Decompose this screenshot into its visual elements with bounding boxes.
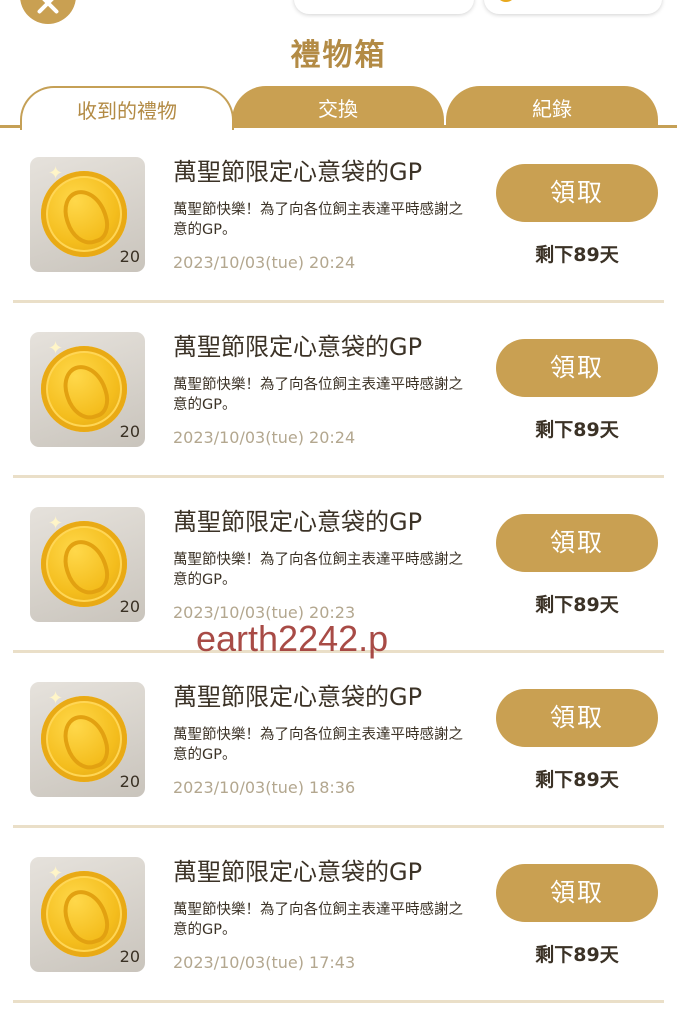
- row-divider: [13, 1000, 664, 1003]
- gift-quantity: 20: [119, 772, 140, 791]
- days-remaining: 剩下89天: [535, 769, 619, 791]
- gift-title: 萬聖節限定心意袋的GP: [173, 683, 423, 711]
- gift-row: ✦ 20 萬聖節限定心意袋的GP 萬聖節快樂！為了向各位飼主表達平時感謝之意的G…: [0, 828, 677, 1003]
- sparkle-icon: ✦: [48, 338, 64, 359]
- coin-icon: [496, 0, 516, 2]
- gift-thumbnail: ✦ 20: [30, 332, 145, 447]
- gift-title: 萬聖節限定心意袋的GP: [173, 858, 423, 886]
- gift-thumbnail: ✦ 20: [30, 857, 145, 972]
- gift-row: ✦ 20 萬聖節限定心意袋的GP 萬聖節快樂！為了向各位飼主表達平時感謝之意的G…: [0, 303, 677, 478]
- gift-row: ✦ 20 萬聖節限定心意袋的GP 萬聖節快樂！為了向各位飼主表達平時感謝之意的G…: [0, 128, 677, 303]
- gift-date: 2023/10/03(tue) 20:24: [173, 253, 356, 272]
- gift-thumbnail: ✦ 20: [30, 507, 145, 622]
- claim-button[interactable]: 領取: [496, 864, 658, 922]
- gift-description: 萬聖節快樂！為了向各位飼主表達平時感謝之意的GP。: [173, 552, 463, 588]
- gift-list: ✦ 20 萬聖節限定心意袋的GP 萬聖節快樂！為了向各位飼主表達平時感謝之意的G…: [0, 128, 677, 1003]
- claim-button[interactable]: 領取: [496, 339, 658, 397]
- coin-value: 1873: [566, 0, 617, 4]
- close-button[interactable]: [20, 0, 76, 24]
- gift-description: 萬聖節快樂！為了向各位飼主表達平時感謝之意的GP。: [173, 902, 463, 938]
- sparkle-icon: ✦: [48, 863, 64, 884]
- sparkle-icon: ✦: [48, 688, 64, 709]
- gem-value: 10955: [366, 0, 430, 4]
- days-remaining: 剩下89天: [535, 944, 619, 966]
- days-remaining: 剩下89天: [535, 594, 619, 616]
- gift-row: ✦ 20 萬聖節限定心意袋的GP 萬聖節快樂！為了向各位飼主表達平時感謝之意的G…: [0, 653, 677, 828]
- days-remaining: 剩下89天: [535, 419, 619, 441]
- gift-quantity: 20: [119, 422, 140, 441]
- gift-description: 萬聖節快樂！為了向各位飼主表達平時感謝之意的GP。: [173, 377, 463, 413]
- gift-title: 萬聖節限定心意袋的GP: [173, 508, 423, 536]
- gift-title: 萬聖節限定心意袋的GP: [173, 158, 423, 186]
- coin-balance: 1873: [484, 0, 662, 14]
- watermark-text: earth2242.p: [196, 618, 389, 659]
- gift-quantity: 20: [119, 597, 140, 616]
- tab-received-gifts[interactable]: 收到的禮物: [20, 86, 234, 130]
- claim-button[interactable]: 領取: [496, 164, 658, 222]
- claim-button[interactable]: 領取: [496, 689, 658, 747]
- tab-history[interactable]: 紀錄: [446, 86, 658, 128]
- sparkle-icon: ✦: [48, 513, 64, 534]
- gift-date: 2023/10/03(tue) 20:24: [173, 428, 356, 447]
- gem-balance: 10955: [294, 0, 474, 14]
- sparkle-icon: ✦: [48, 163, 64, 184]
- gift-thumbnail: ✦ 20: [30, 682, 145, 797]
- days-remaining: 剩下89天: [535, 244, 619, 266]
- claim-button[interactable]: 領取: [496, 514, 658, 572]
- gift-date: 2023/10/03(tue) 17:43: [173, 953, 356, 972]
- gift-quantity: 20: [119, 947, 140, 966]
- gift-description: 萬聖節快樂！為了向各位飼主表達平時感謝之意的GP。: [173, 727, 463, 763]
- page-title: 禮物箱: [290, 38, 387, 73]
- gift-description: 萬聖節快樂！為了向各位飼主表達平時感謝之意的GP。: [173, 202, 463, 238]
- gift-quantity: 20: [119, 247, 140, 266]
- gift-title: 萬聖節限定心意袋的GP: [173, 333, 423, 361]
- gift-date: 2023/10/03(tue) 18:36: [173, 778, 356, 797]
- tab-exchange[interactable]: 交換: [232, 86, 444, 128]
- gift-thumbnail: ✦ 20: [30, 157, 145, 272]
